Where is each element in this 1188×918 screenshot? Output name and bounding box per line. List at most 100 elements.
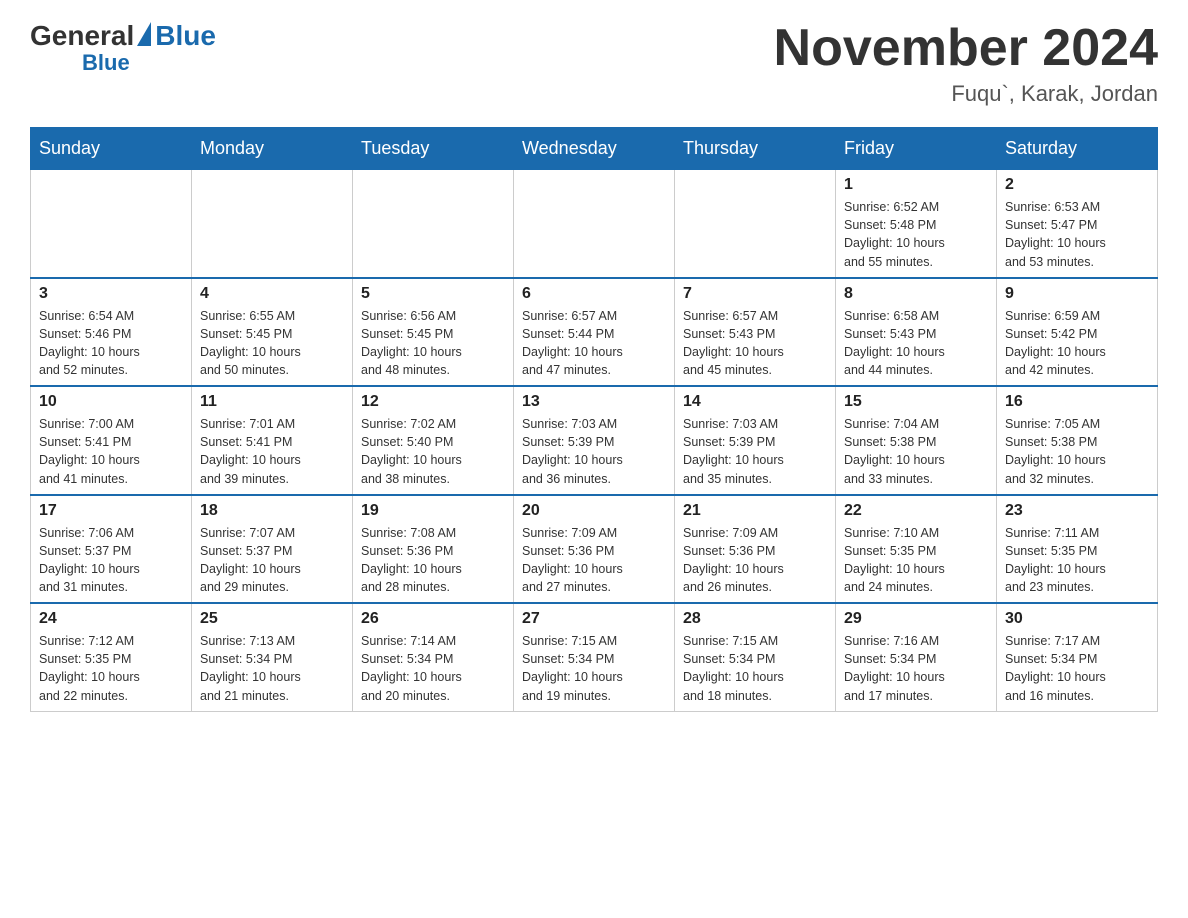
- day-number: 7: [683, 285, 827, 303]
- day-number: 16: [1005, 393, 1149, 411]
- calendar-cell: 17 Sunrise: 7:06 AMSunset: 5:37 PMDayligh…: [31, 495, 192, 604]
- calendar-cell: 12Sunrise: 7:02 AMSunset: 5:40 PMDayligh…: [353, 386, 514, 495]
- day-info: Sunrise: 7:08 AMSunset: 5:36 PMDaylight:…: [361, 524, 505, 597]
- day-number: 28: [683, 610, 827, 628]
- calendar-cell: 25 Sunrise: 7:13 AMSunset: 5:34 PMDayligh…: [192, 603, 353, 711]
- calendar-cell: 7 Sunrise: 6:57 AMSunset: 5:43 PMDaylight…: [675, 278, 836, 387]
- logo-blue-sub-text: Blue: [82, 50, 130, 76]
- calendar-cell: 5 Sunrise: 6:56 AMSunset: 5:45 PMDaylight…: [353, 278, 514, 387]
- day-info: Sunrise: 6:55 AMSunset: 5:45 PMDaylight:…: [200, 307, 344, 380]
- day-number: 13: [522, 393, 666, 411]
- day-info: Sunrise: 7:11 AMSunset: 5:35 PMDaylight:…: [1005, 524, 1149, 597]
- day-info: Sunrise: 7:15 AMSunset: 5:34 PMDaylight:…: [522, 632, 666, 705]
- day-info: Sunrise: 7:10 AMSunset: 5:35 PMDaylight:…: [844, 524, 988, 597]
- day-info: Sunrise: 7:06 AMSunset: 5:37 PMDaylight:…: [39, 524, 183, 597]
- weekday-header-friday: Friday: [836, 128, 997, 170]
- calendar-cell: 11Sunrise: 7:01 AMSunset: 5:41 PMDayligh…: [192, 386, 353, 495]
- calendar-cell: 16 Sunrise: 7:05 AMSunset: 5:38 PMDayligh…: [997, 386, 1158, 495]
- day-info: Sunrise: 7:13 AMSunset: 5:34 PMDaylight:…: [200, 632, 344, 705]
- week-row-2: 3 Sunrise: 6:54 AMSunset: 5:46 PMDaylight…: [31, 278, 1158, 387]
- day-info: Sunrise: 7:14 AMSunset: 5:34 PMDaylight:…: [361, 632, 505, 705]
- location-title: Fuqu`, Karak, Jordan: [774, 81, 1158, 107]
- calendar-cell: 30 Sunrise: 7:17 AMSunset: 5:34 PMDayligh…: [997, 603, 1158, 711]
- day-info: Sunrise: 7:03 AMSunset: 5:39 PMDaylight:…: [522, 415, 666, 488]
- weekday-header-saturday: Saturday: [997, 128, 1158, 170]
- day-info: Sunrise: 7:17 AMSunset: 5:34 PMDaylight:…: [1005, 632, 1149, 705]
- day-info: Sunrise: 6:53 AMSunset: 5:47 PMDaylight:…: [1005, 198, 1149, 271]
- day-number: 6: [522, 285, 666, 303]
- page-header: General Blue Blue November 2024 Fuqu`, K…: [30, 20, 1158, 107]
- month-title: November 2024: [774, 20, 1158, 77]
- day-info: Sunrise: 7:00 AMSunset: 5:41 PMDaylight:…: [39, 415, 183, 488]
- day-number: 23: [1005, 502, 1149, 520]
- day-number: 26: [361, 610, 505, 628]
- day-number: 4: [200, 285, 344, 303]
- calendar-cell: 10 Sunrise: 7:00 AMSunset: 5:41 PMDayligh…: [31, 386, 192, 495]
- calendar-cell: 15 Sunrise: 7:04 AMSunset: 5:38 PMDayligh…: [836, 386, 997, 495]
- weekday-header-tuesday: Tuesday: [353, 128, 514, 170]
- weekday-header-monday: Monday: [192, 128, 353, 170]
- day-number: 15: [844, 393, 988, 411]
- calendar-cell: [31, 170, 192, 278]
- calendar-cell: 2 Sunrise: 6:53 AMSunset: 5:47 PMDaylight…: [997, 170, 1158, 278]
- day-info: Sunrise: 6:57 AMSunset: 5:43 PMDaylight:…: [683, 307, 827, 380]
- day-info: Sunrise: 6:58 AMSunset: 5:43 PMDaylight:…: [844, 307, 988, 380]
- day-info: Sunrise: 7:09 AMSunset: 5:36 PMDaylight:…: [683, 524, 827, 597]
- calendar-cell: 18Sunrise: 7:07 AMSunset: 5:37 PMDayligh…: [192, 495, 353, 604]
- calendar-cell: [353, 170, 514, 278]
- day-info: Sunrise: 6:54 AMSunset: 5:46 PMDaylight:…: [39, 307, 183, 380]
- day-info: Sunrise: 7:03 AMSunset: 5:39 PMDaylight:…: [683, 415, 827, 488]
- calendar-cell: 28 Sunrise: 7:15 AMSunset: 5:34 PMDayligh…: [675, 603, 836, 711]
- day-number: 17: [39, 502, 183, 520]
- calendar-cell: [514, 170, 675, 278]
- day-number: 21: [683, 502, 827, 520]
- calendar-table: SundayMondayTuesdayWednesdayThursdayFrid…: [30, 127, 1158, 712]
- calendar-cell: 21 Sunrise: 7:09 AMSunset: 5:36 PMDayligh…: [675, 495, 836, 604]
- day-number: 9: [1005, 285, 1149, 303]
- day-number: 11: [200, 393, 344, 411]
- calendar-cell: 13 Sunrise: 7:03 AMSunset: 5:39 PMDayligh…: [514, 386, 675, 495]
- day-number: 14: [683, 393, 827, 411]
- day-number: 29: [844, 610, 988, 628]
- day-info: Sunrise: 7:15 AMSunset: 5:34 PMDaylight:…: [683, 632, 827, 705]
- day-number: 8: [844, 285, 988, 303]
- day-info: Sunrise: 7:12 AMSunset: 5:35 PMDaylight:…: [39, 632, 183, 705]
- week-row-1: 1 Sunrise: 6:52 AMSunset: 5:48 PMDaylight…: [31, 170, 1158, 278]
- day-info: Sunrise: 6:57 AMSunset: 5:44 PMDaylight:…: [522, 307, 666, 380]
- week-row-4: 17 Sunrise: 7:06 AMSunset: 5:37 PMDayligh…: [31, 495, 1158, 604]
- day-info: Sunrise: 7:04 AMSunset: 5:38 PMDaylight:…: [844, 415, 988, 488]
- day-number: 25: [200, 610, 344, 628]
- day-info: Sunrise: 6:56 AMSunset: 5:45 PMDaylight:…: [361, 307, 505, 380]
- day-info: Sunrise: 7:05 AMSunset: 5:38 PMDaylight:…: [1005, 415, 1149, 488]
- calendar-cell: 19 Sunrise: 7:08 AMSunset: 5:36 PMDayligh…: [353, 495, 514, 604]
- weekday-header-row: SundayMondayTuesdayWednesdayThursdayFrid…: [31, 128, 1158, 170]
- day-number: 27: [522, 610, 666, 628]
- day-number: 10: [39, 393, 183, 411]
- day-number: 30: [1005, 610, 1149, 628]
- logo-blue-text-top: Blue: [155, 20, 216, 52]
- day-number: 3: [39, 285, 183, 303]
- calendar-cell: 8 Sunrise: 6:58 AMSunset: 5:43 PMDaylight…: [836, 278, 997, 387]
- calendar-cell: 9Sunrise: 6:59 AMSunset: 5:42 PMDaylight…: [997, 278, 1158, 387]
- day-info: Sunrise: 6:52 AMSunset: 5:48 PMDaylight:…: [844, 198, 988, 271]
- calendar-cell: [675, 170, 836, 278]
- title-block: November 2024 Fuqu`, Karak, Jordan: [774, 20, 1158, 107]
- calendar-cell: 26 Sunrise: 7:14 AMSunset: 5:34 PMDayligh…: [353, 603, 514, 711]
- day-number: 1: [844, 176, 988, 194]
- calendar-cell: 24 Sunrise: 7:12 AMSunset: 5:35 PMDayligh…: [31, 603, 192, 711]
- day-number: 24: [39, 610, 183, 628]
- day-number: 18: [200, 502, 344, 520]
- day-number: 2: [1005, 176, 1149, 194]
- calendar-cell: 23 Sunrise: 7:11 AMSunset: 5:35 PMDayligh…: [997, 495, 1158, 604]
- calendar-cell: 4 Sunrise: 6:55 AMSunset: 5:45 PMDaylight…: [192, 278, 353, 387]
- calendar-cell: 22Sunrise: 7:10 AMSunset: 5:35 PMDayligh…: [836, 495, 997, 604]
- calendar-cell: 27 Sunrise: 7:15 AMSunset: 5:34 PMDayligh…: [514, 603, 675, 711]
- logo: General Blue Blue: [30, 20, 216, 76]
- week-row-5: 24 Sunrise: 7:12 AMSunset: 5:35 PMDayligh…: [31, 603, 1158, 711]
- weekday-header-sunday: Sunday: [31, 128, 192, 170]
- day-number: 19: [361, 502, 505, 520]
- day-number: 5: [361, 285, 505, 303]
- calendar-cell: 14 Sunrise: 7:03 AMSunset: 5:39 PMDayligh…: [675, 386, 836, 495]
- day-info: Sunrise: 7:02 AMSunset: 5:40 PMDaylight:…: [361, 415, 505, 488]
- day-info: Sunrise: 7:09 AMSunset: 5:36 PMDaylight:…: [522, 524, 666, 597]
